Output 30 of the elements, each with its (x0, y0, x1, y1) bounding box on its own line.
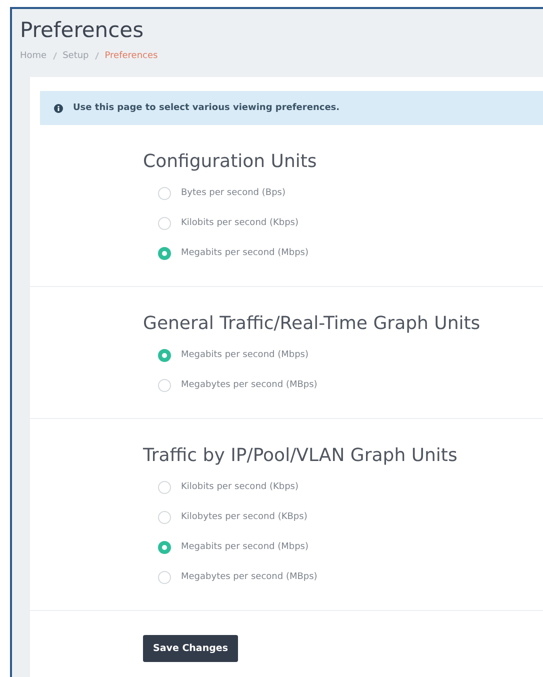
radio-button[interactable] (158, 540, 171, 554)
radio-label[interactable]: Megabits per second (Mbps) (181, 350, 308, 360)
breadcrumb-link[interactable]: Preferences (104, 51, 158, 61)
section-heading: Traffic by IP/Pool/VLAN Graph Units (143, 445, 458, 466)
radio-label[interactable]: Kilobits per second (Kbps) (181, 218, 299, 228)
radio-label[interactable]: Megabytes per second (MBps) (181, 380, 318, 390)
breadcrumb-link[interactable]: Setup (62, 51, 89, 61)
section-heading: General Traffic/Real-Time Graph Units (143, 313, 482, 334)
radio-button[interactable] (158, 378, 171, 392)
radio-button[interactable] (158, 348, 171, 362)
info-message: Use this page to select various viewing preferences. (73, 103, 340, 113)
radio-button[interactable] (158, 480, 171, 494)
slash-icon (94, 52, 99, 60)
slash-icon (52, 52, 57, 60)
radio-button[interactable] (158, 570, 171, 584)
section-heading: Configuration Units (143, 151, 318, 172)
page-title: Preferences (20, 17, 145, 43)
info-icon (54, 104, 63, 112)
radio-button[interactable] (158, 246, 171, 260)
radio-label[interactable]: Megabits per second (Mbps) (181, 248, 308, 258)
radio-label[interactable]: Kilobytes per second (KBps) (181, 512, 308, 522)
save-button[interactable]: Save Changes (143, 635, 238, 662)
radio-button[interactable] (158, 216, 171, 230)
radio-button[interactable] (158, 510, 171, 524)
radio-label[interactable]: Megabytes per second (MBps) (181, 572, 318, 582)
breadcrumb-link[interactable]: Home (20, 51, 47, 61)
radio-label[interactable]: Megabits per second (Mbps) (181, 542, 308, 552)
radio-button[interactable] (158, 186, 171, 200)
radio-label[interactable]: Kilobits per second (Kbps) (181, 482, 299, 492)
radio-label[interactable]: Bytes per second (Bps) (181, 188, 286, 198)
